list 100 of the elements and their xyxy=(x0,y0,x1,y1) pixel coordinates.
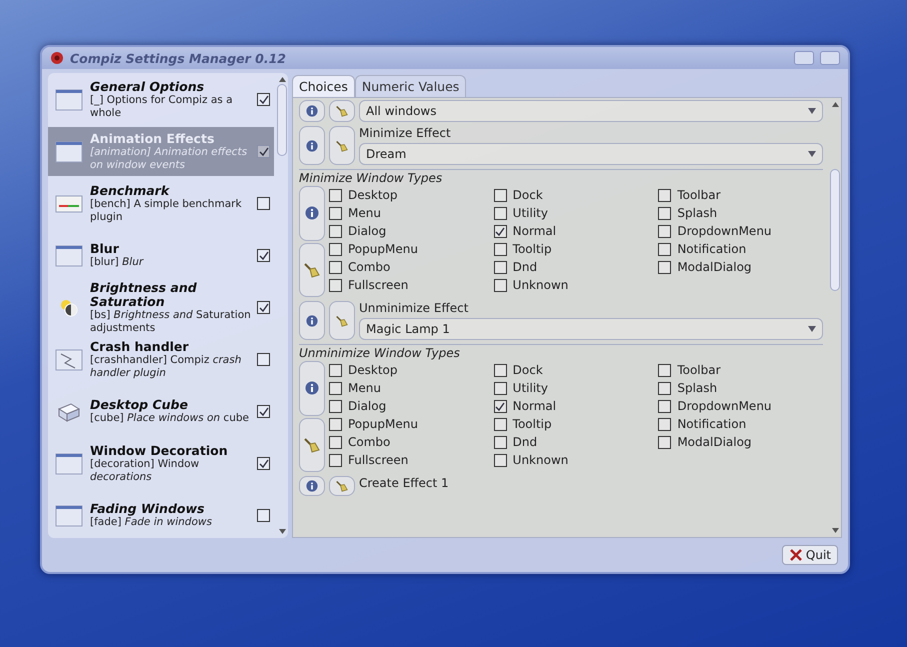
dropdown-arrow-icon xyxy=(808,326,816,332)
checkbox-label: Unknown xyxy=(512,278,568,293)
checkbox[interactable] xyxy=(658,243,672,256)
setting-label: Unminimize Effect xyxy=(359,301,470,316)
plugin-description: [crashhandler] Compiz crash handler plugin xyxy=(90,354,242,379)
plugin-item[interactable]: Blur [blur] Blur xyxy=(48,231,274,280)
checkbox[interactable] xyxy=(329,207,342,220)
checkbox[interactable] xyxy=(658,400,672,413)
tab[interactable]: Choices xyxy=(292,75,355,97)
checkbox[interactable] xyxy=(494,225,507,238)
checkbox-label: Dnd xyxy=(512,260,538,275)
checkbox-label: PopupMenu xyxy=(348,417,418,432)
checkbox[interactable] xyxy=(494,454,507,467)
checkbox[interactable] xyxy=(257,405,270,418)
checkbox[interactable] xyxy=(658,382,672,395)
checkbox[interactable] xyxy=(658,261,672,274)
checkbox[interactable] xyxy=(329,418,342,431)
group-title: Minimize Window Types xyxy=(299,171,444,186)
checkbox[interactable] xyxy=(494,279,507,292)
plugin-name: Brightness and Saturation xyxy=(90,281,198,309)
checkbox-label: Toolbar xyxy=(677,188,721,203)
checkbox[interactable] xyxy=(329,243,342,256)
dropdown[interactable]: Dream xyxy=(359,143,823,165)
checkbox-label: Fullscreen xyxy=(348,278,408,293)
dropdown-arrow-icon xyxy=(808,108,816,114)
checkbox[interactable] xyxy=(494,400,507,413)
info-button[interactable] xyxy=(299,301,325,340)
checkbox-label: Desktop xyxy=(348,363,398,378)
checkbox[interactable] xyxy=(329,189,342,202)
info-icon xyxy=(305,206,319,220)
checkbox[interactable] xyxy=(494,382,507,395)
scrollbar-thumb[interactable] xyxy=(277,84,287,156)
info-button[interactable] xyxy=(299,186,325,240)
checkbox[interactable] xyxy=(494,207,507,220)
checkbox[interactable] xyxy=(257,457,270,470)
checkbox-label: Splash xyxy=(677,206,718,221)
checkbox[interactable] xyxy=(257,301,270,314)
crashed-window-icon xyxy=(55,348,83,370)
scrollbar-thumb[interactable] xyxy=(830,169,840,291)
plugin-item[interactable]: Desktop Cube [cube] Place windows on cube xyxy=(48,387,274,436)
checkbox-label: Combo xyxy=(348,435,390,450)
checkbox[interactable] xyxy=(494,418,507,431)
checkbox[interactable] xyxy=(257,93,270,106)
checkbox[interactable] xyxy=(494,189,507,202)
checkbox[interactable] xyxy=(329,261,342,274)
reset-button[interactable] xyxy=(329,100,355,122)
plugin-name: Desktop Cube xyxy=(90,398,189,412)
checkbox-label: Desktop xyxy=(348,188,398,203)
info-button[interactable] xyxy=(299,126,325,165)
checkbox-label: Utility xyxy=(512,381,548,396)
plugin-item[interactable]: Benchmark [bench] A simple benchmark plugin xyxy=(48,179,274,228)
checkbox[interactable] xyxy=(658,418,672,431)
checkbox[interactable] xyxy=(257,509,270,522)
checkbox-label: DropdownMenu xyxy=(677,399,772,414)
plugin-item[interactable]: Fading Windows [fade] Fade in windows xyxy=(48,491,274,538)
checkbox[interactable] xyxy=(658,436,672,449)
window-icon xyxy=(55,244,83,266)
checkbox[interactable] xyxy=(329,400,342,413)
info-button[interactable] xyxy=(299,100,325,122)
plugin-item[interactable]: Crash handler [crashhandler] Compiz crash handler plugin xyxy=(48,335,274,384)
brush-icon xyxy=(304,262,320,278)
plugin-item[interactable]: General Options [_] Options for Compiz as a whole xyxy=(48,75,274,124)
checkbox[interactable] xyxy=(658,207,672,220)
tab[interactable]: Numeric Values xyxy=(354,75,466,97)
reset-button[interactable] xyxy=(329,476,355,496)
checkbox[interactable] xyxy=(658,225,672,238)
checkbox[interactable] xyxy=(257,353,270,366)
checkbox[interactable] xyxy=(494,436,507,449)
checkbox[interactable] xyxy=(329,454,342,467)
checkbox[interactable] xyxy=(494,364,507,377)
info-button[interactable] xyxy=(299,476,325,496)
plugin-name: Blur xyxy=(90,242,120,256)
checkbox-label: Toolbar xyxy=(677,363,721,378)
info-button[interactable] xyxy=(299,361,325,416)
checkbox[interactable] xyxy=(257,145,270,158)
dropdown[interactable]: All windows xyxy=(359,100,823,122)
checkbox[interactable] xyxy=(257,249,270,262)
checkbox[interactable] xyxy=(329,364,342,377)
plugin-name: Benchmark xyxy=(90,184,171,198)
checkbox[interactable] xyxy=(329,382,342,395)
plugin-description: [bs] Brightness and Saturation adjustments xyxy=(90,309,251,334)
quit-button[interactable]: Quit xyxy=(782,545,838,565)
checkbox[interactable] xyxy=(494,261,507,274)
plugin-name: General Options xyxy=(90,80,206,94)
scroll-up-icon xyxy=(832,102,838,107)
plugin-item[interactable]: Brightness and Saturation [bs] Brightness and Saturation adjustments xyxy=(48,283,274,332)
checkbox[interactable] xyxy=(494,243,507,256)
checkbox[interactable] xyxy=(329,279,342,292)
window-icon xyxy=(55,504,83,526)
checkbox[interactable] xyxy=(329,436,342,449)
checkbox-label: Utility xyxy=(512,206,548,221)
checkbox[interactable] xyxy=(658,189,672,202)
checkbox[interactable] xyxy=(658,364,672,377)
plugin-name: Fading Windows xyxy=(90,502,206,516)
checkbox[interactable] xyxy=(257,197,270,210)
checkbox-label: PopupMenu xyxy=(348,242,418,257)
plugin-item[interactable]: Window Decoration [decoration] Window decorations xyxy=(48,439,274,488)
checkbox[interactable] xyxy=(329,225,342,238)
checkbox-label: Dock xyxy=(512,188,543,203)
dropdown[interactable]: Magic Lamp 1 xyxy=(359,318,823,340)
